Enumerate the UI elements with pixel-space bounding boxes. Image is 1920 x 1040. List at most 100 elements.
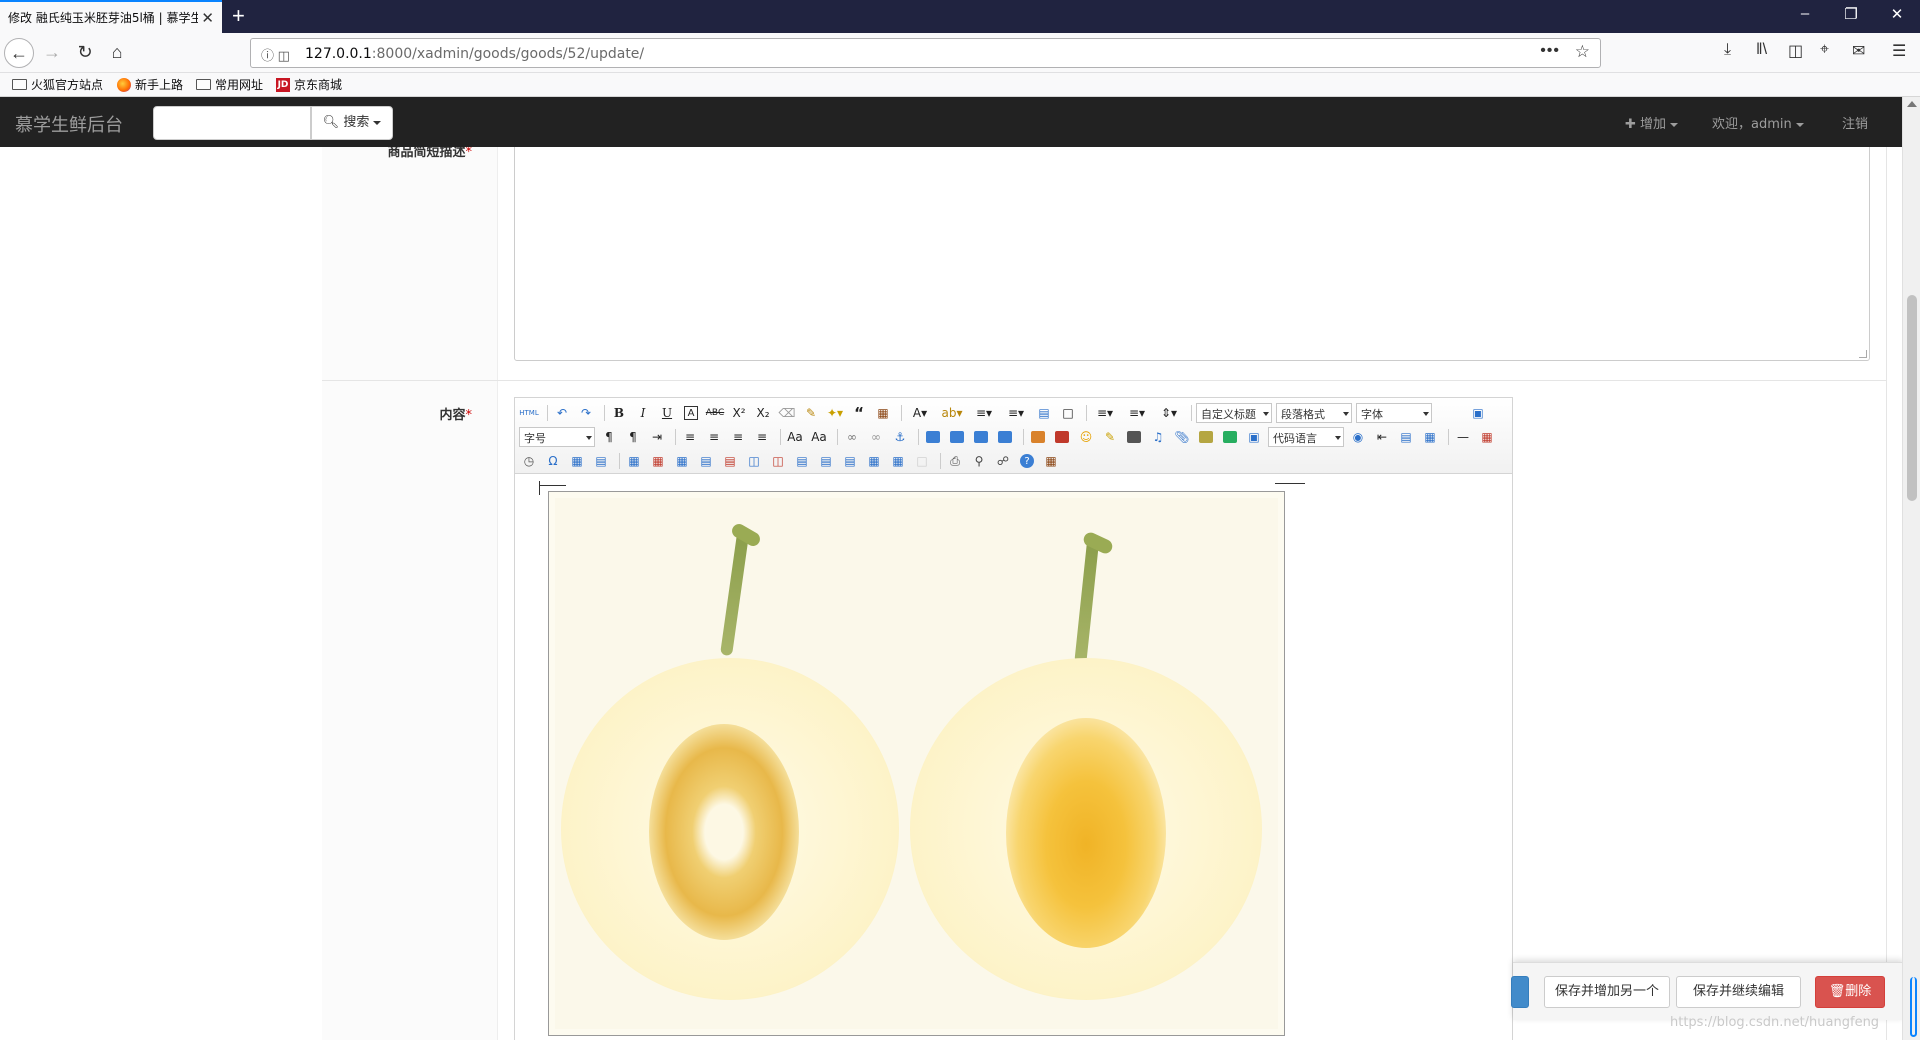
row-spacing-top-icon[interactable]: ≡▾ [1091, 403, 1119, 423]
underline-icon[interactable]: U [657, 403, 677, 423]
unlink-icon[interactable]: ∞ [866, 427, 886, 447]
ltr-icon[interactable]: ¶ [599, 427, 619, 447]
product-image[interactable] [548, 491, 1285, 1036]
line-height-icon[interactable]: ⇕▾ [1155, 403, 1183, 423]
find-icon[interactable]: ☍ [993, 451, 1013, 471]
restore-icon[interactable]: ❐ [1836, 5, 1866, 23]
row-spacing-bottom-icon[interactable]: ≡▾ [1123, 403, 1151, 423]
music-icon[interactable]: ♫ [1148, 427, 1168, 447]
fullscreen-icon[interactable]: ▣ [1468, 403, 1488, 423]
font-family-select[interactable]: 字体 [1356, 403, 1432, 423]
minimize-icon[interactable]: – [1790, 5, 1820, 22]
preview-icon[interactable]: ⚲ [969, 451, 989, 471]
save-button[interactable] [1511, 976, 1529, 1008]
date-icon[interactable]: ▦ [1477, 427, 1497, 447]
background-icon[interactable]: ▦ [1420, 427, 1440, 447]
page-scrollbar[interactable] [1902, 97, 1920, 1040]
indent-icon[interactable]: ⇥ [647, 427, 667, 447]
template-icon[interactable]: ▤ [1396, 427, 1416, 447]
insert-row-icon[interactable]: ▤ [696, 451, 716, 471]
custom-style-select[interactable]: 自定义标题 [1196, 403, 1272, 423]
redo-icon[interactable]: ↷ [576, 403, 596, 423]
url-text[interactable]: 127.0.0.1:8000/xadmin/goods/goods/52/upd… [305, 46, 644, 62]
scroll-thumb[interactable] [1907, 295, 1917, 501]
delete-button[interactable]: 🗑︎删除 [1815, 976, 1885, 1008]
site-info-icon[interactable]: ⓘ ◫ [261, 45, 290, 64]
bookmark-jd[interactable]: JD 京东商城 [276, 76, 342, 93]
align-right-icon[interactable]: ≡ [728, 427, 748, 447]
ordered-list-icon[interactable]: ≡▾ [970, 403, 998, 423]
strikethrough-icon[interactable]: ABC [705, 403, 725, 423]
gmap-icon[interactable] [1220, 427, 1240, 447]
rich-text-editor[interactable]: HTML ↶ ↷ B I U A ABC X² X₂ ⌫ ✎ ✦▾ “ ▦ A▾… [514, 397, 1513, 1040]
anchor-icon[interactable]: ⚓ [890, 427, 910, 447]
bookmark-common-sites[interactable]: 常用网址 [196, 76, 263, 93]
undo-icon[interactable]: ↶ [552, 403, 572, 423]
editor-content-area[interactable] [515, 475, 1512, 1040]
insert-frame-icon[interactable]: ▣ [1244, 427, 1264, 447]
source-html-button[interactable]: HTML [519, 403, 539, 423]
split-cols-icon[interactable]: □ [912, 451, 932, 471]
code-language-select[interactable]: 代码语言 [1268, 427, 1344, 447]
superscript-icon[interactable]: X² [729, 403, 749, 423]
forward-arrow-icon[interactable]: → [38, 39, 66, 67]
bookmark-getting-started[interactable]: 新手上路 [117, 76, 183, 93]
special-chars-icon[interactable]: Ω [543, 451, 563, 471]
split-cells-icon[interactable]: ▦ [864, 451, 884, 471]
brief-description-textarea[interactable] [514, 147, 1870, 361]
link-icon[interactable]: ∞ [842, 427, 862, 447]
scroll-up-arrow-icon[interactable] [1907, 101, 1917, 107]
time-icon[interactable]: ◷ [519, 451, 539, 471]
image-none-icon[interactable] [923, 427, 943, 447]
image-right-icon[interactable] [971, 427, 991, 447]
image-left-icon[interactable] [947, 427, 967, 447]
download-icon[interactable]: ⤓ [1724, 41, 1731, 59]
sidebar-icon[interactable]: ◫ [1788, 41, 1803, 61]
menu-icon[interactable]: ☰ [1892, 41, 1906, 61]
clear-doc-icon[interactable]: □ [1058, 403, 1078, 423]
paragraph-format-select[interactable]: 段落格式 [1276, 403, 1352, 423]
chat-icon[interactable]: ✉ [1852, 41, 1865, 61]
brand-title[interactable]: 慕学生鲜后台 [15, 111, 123, 137]
blockquote-icon[interactable]: “ [849, 403, 869, 423]
help-icon[interactable]: ? [1020, 454, 1034, 468]
bookmark-firefox-official[interactable]: 火狐官方站点 [12, 76, 103, 93]
map-icon[interactable] [1196, 427, 1216, 447]
font-border-icon[interactable]: A [684, 406, 698, 420]
unordered-list-icon[interactable]: ≡▾ [1002, 403, 1030, 423]
bookmark-star-icon[interactable]: ☆ [1575, 42, 1590, 62]
paste-plain-icon[interactable]: ▦ [873, 403, 893, 423]
font-size-select[interactable]: 字号 [519, 427, 595, 447]
bold-icon[interactable]: B [609, 403, 629, 423]
reload-icon[interactable]: ↻ [71, 39, 99, 67]
delete-row-icon[interactable]: ▤ [720, 451, 740, 471]
uppercase-icon[interactable]: Aa [785, 427, 805, 447]
horizontal-rule-icon[interactable]: — [1453, 427, 1473, 447]
delete-table-icon[interactable]: ▦ [648, 451, 668, 471]
wordimage-icon[interactable]: ▦ [567, 451, 587, 471]
save-add-another-button[interactable]: 保存并增加另一个 [1544, 976, 1670, 1008]
user-menu[interactable]: 欢迎，admin [1712, 113, 1804, 132]
auto-format-icon[interactable]: ✦▾ [825, 403, 845, 423]
home-icon[interactable]: ⌂ [103, 39, 131, 67]
highlight-color-icon[interactable]: ab▾ [938, 403, 966, 423]
align-left-icon[interactable]: ≡ [680, 427, 700, 447]
save-continue-button[interactable]: 保存并继续编辑 [1676, 976, 1801, 1008]
merge-down-icon[interactable]: ▤ [840, 451, 860, 471]
browser-tab[interactable]: 修改 融氏纯玉米胚芽油5l桶 | 慕学生鲜后台 ✕ [0, 0, 222, 33]
page-break-icon[interactable]: ⇤ [1372, 427, 1392, 447]
align-justify-icon[interactable]: ≡ [752, 427, 772, 447]
emotion-icon[interactable]: ☺ [1076, 427, 1096, 447]
format-painter-icon[interactable]: ✎ [801, 403, 821, 423]
rtl-icon[interactable]: ¶ [623, 427, 643, 447]
lowercase-icon[interactable]: Aa [809, 427, 829, 447]
merge-right-icon[interactable]: ▤ [816, 451, 836, 471]
delete-col-icon[interactable]: ◫ [768, 451, 788, 471]
insert-image-icon[interactable] [1052, 427, 1072, 447]
new-tab-button[interactable]: + [232, 4, 245, 28]
insert-paragraph-before-table-icon[interactable]: ▦ [672, 451, 692, 471]
web-app-icon[interactable]: ◉ [1348, 427, 1368, 447]
drafts-icon[interactable]: ▦ [1041, 451, 1061, 471]
subscript-icon[interactable]: X₂ [753, 403, 773, 423]
scrawl-icon[interactable]: ✎ [1100, 427, 1120, 447]
